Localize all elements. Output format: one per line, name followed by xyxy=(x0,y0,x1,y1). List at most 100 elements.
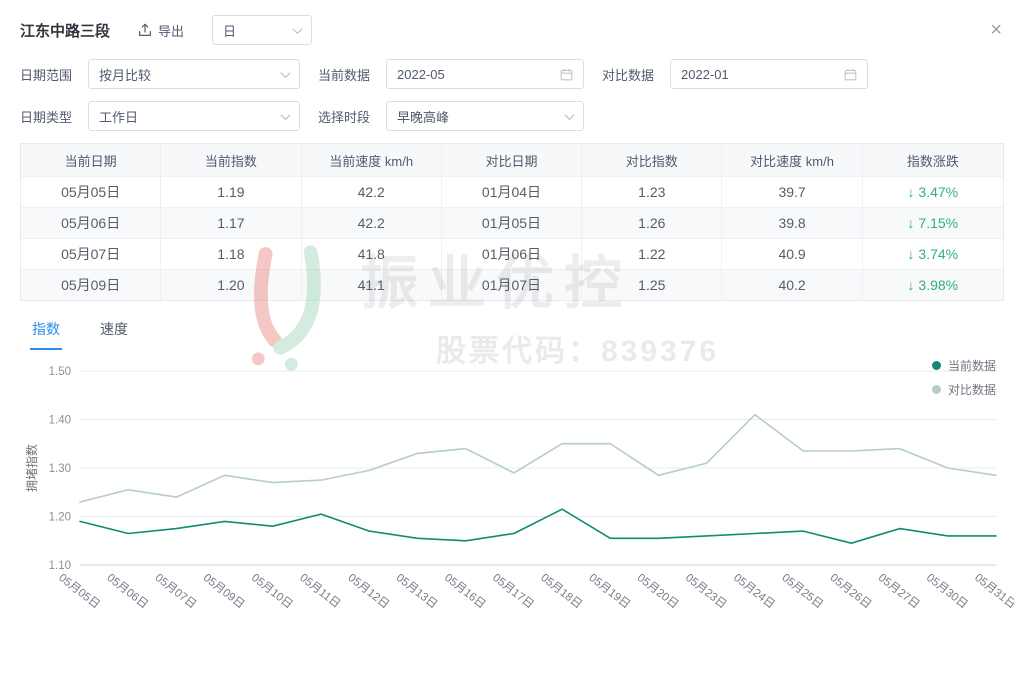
current-month-value: 2022-05 xyxy=(397,67,445,82)
table-row: 05月07日1.1841.801月06日1.2240.9↓ 3.74% xyxy=(21,238,1003,269)
chart-tabs: 指数 速度 xyxy=(30,315,1004,351)
svg-text:05月27日: 05月27日 xyxy=(876,572,922,611)
svg-text:05月17日: 05月17日 xyxy=(490,572,536,611)
index-line-chart: 1.101.201.301.401.5005月05日05月06日05月07日05… xyxy=(10,355,1014,641)
table-cell: 41.1 xyxy=(302,269,442,300)
column-header: 对比指数 xyxy=(582,144,722,176)
svg-text:05月07日: 05月07日 xyxy=(153,572,199,611)
close-icon[interactable]: × xyxy=(990,20,1002,40)
svg-text:05月06日: 05月06日 xyxy=(104,572,150,611)
date-range-value: 按月比较 xyxy=(99,65,151,84)
date-range-label: 日期范围 xyxy=(20,65,80,84)
table-cell: 1.23 xyxy=(582,176,722,207)
chevron-down-icon xyxy=(565,110,575,120)
svg-text:05月18日: 05月18日 xyxy=(538,572,584,611)
compare-data-label: 对比数据 xyxy=(602,65,662,84)
column-header: 当前速度 km/h xyxy=(302,144,442,176)
legend-dot xyxy=(932,385,941,394)
legend-dot xyxy=(932,361,941,370)
date-type-select[interactable]: 工作日 xyxy=(88,101,300,131)
export-icon xyxy=(138,23,152,37)
table-cell: 42.2 xyxy=(302,176,442,207)
comparison-table: 当前日期 当前指数 当前速度 km/h 对比日期 对比指数 对比速度 km/h … xyxy=(20,143,1004,301)
date-type-label: 日期类型 xyxy=(20,107,80,126)
table-cell: 1.18 xyxy=(161,238,301,269)
table-header-row: 当前日期 当前指数 当前速度 km/h 对比日期 对比指数 对比速度 km/h … xyxy=(21,144,1003,176)
chevron-down-icon xyxy=(281,68,291,78)
header: 江东中路三段 导出 日 × xyxy=(0,0,1024,53)
table-cell: 1.20 xyxy=(161,269,301,300)
svg-text:1.50: 1.50 xyxy=(49,366,71,378)
svg-text:05月25日: 05月25日 xyxy=(779,572,825,611)
svg-text:1.10: 1.10 xyxy=(49,560,71,572)
table-cell: 42.2 xyxy=(302,207,442,238)
table-cell: 1.22 xyxy=(582,238,722,269)
table-body: 05月05日1.1942.201月04日1.2339.7↓ 3.47%05月06… xyxy=(21,176,1003,300)
table-cell: 05月07日 xyxy=(21,238,161,269)
chevron-down-icon xyxy=(293,24,303,34)
svg-text:05月16日: 05月16日 xyxy=(442,572,488,611)
table-cell: 39.7 xyxy=(722,176,862,207)
table-cell: ↓ 7.15% xyxy=(863,207,1003,238)
tab-index[interactable]: 指数 xyxy=(30,315,62,350)
svg-text:05月26日: 05月26日 xyxy=(828,572,874,611)
column-header: 对比日期 xyxy=(442,144,582,176)
export-label: 导出 xyxy=(158,21,184,40)
granularity-select[interactable]: 日 xyxy=(212,15,312,45)
table-cell: 05月09日 xyxy=(21,269,161,300)
table-cell: 01月07日 xyxy=(442,269,582,300)
time-period-label: 选择时段 xyxy=(318,107,378,126)
svg-text:拥堵指数: 拥堵指数 xyxy=(24,444,39,492)
svg-text:05月31日: 05月31日 xyxy=(972,572,1014,611)
table-row: 05月09日1.2041.101月07日1.2540.2↓ 3.98% xyxy=(21,269,1003,300)
svg-text:05月05日: 05月05日 xyxy=(56,572,102,611)
svg-text:05月20日: 05月20日 xyxy=(635,572,681,611)
column-header: 对比速度 km/h xyxy=(722,144,862,176)
legend-item[interactable]: 对比数据 xyxy=(932,381,996,398)
svg-text:1.40: 1.40 xyxy=(49,415,71,427)
svg-text:05月23日: 05月23日 xyxy=(683,572,729,611)
calendar-icon xyxy=(560,68,573,81)
table-row: 05月05日1.1942.201月04日1.2339.7↓ 3.47% xyxy=(21,176,1003,207)
svg-text:05月19日: 05月19日 xyxy=(586,572,632,611)
granularity-value: 日 xyxy=(223,21,236,40)
table-cell: 05月06日 xyxy=(21,207,161,238)
filter-panel: 日期范围 按月比较 当前数据 2022-05 对比数据 2022-01 日期类型… xyxy=(20,59,1004,131)
tab-speed[interactable]: 速度 xyxy=(98,315,130,350)
table-cell: ↓ 3.74% xyxy=(863,238,1003,269)
table-cell: 1.17 xyxy=(161,207,301,238)
filter-row-2: 日期类型 工作日 选择时段 早晚高峰 xyxy=(20,101,1004,131)
table-cell: 41.8 xyxy=(302,238,442,269)
chart-legend: 当前数据对比数据 xyxy=(932,357,996,398)
table-row: 05月06日1.1742.201月05日1.2639.8↓ 7.15% xyxy=(21,207,1003,238)
legend-label: 对比数据 xyxy=(948,381,996,398)
svg-text:05月09日: 05月09日 xyxy=(201,572,247,611)
legend-label: 当前数据 xyxy=(948,357,996,374)
chevron-down-icon xyxy=(281,110,291,120)
table-cell: 01月06日 xyxy=(442,238,582,269)
svg-text:05月12日: 05月12日 xyxy=(345,572,391,611)
table-cell: 1.19 xyxy=(161,176,301,207)
page-title: 江东中路三段 xyxy=(20,20,110,41)
time-period-select[interactable]: 早晚高峰 xyxy=(386,101,584,131)
table-cell: ↓ 3.47% xyxy=(863,176,1003,207)
table-cell: 40.9 xyxy=(722,238,862,269)
current-data-label: 当前数据 xyxy=(318,65,378,84)
table-cell: 1.25 xyxy=(582,269,722,300)
time-period-value: 早晚高峰 xyxy=(397,107,449,126)
table-cell: 01月04日 xyxy=(442,176,582,207)
svg-text:05月11日: 05月11日 xyxy=(297,572,342,611)
chart-area: 当前数据对比数据 1.101.201.301.401.5005月05日05月06… xyxy=(10,355,1014,646)
table-cell: 39.8 xyxy=(722,207,862,238)
legend-item[interactable]: 当前数据 xyxy=(932,357,996,374)
export-button[interactable]: 导出 xyxy=(138,21,184,40)
svg-text:05月10日: 05月10日 xyxy=(249,572,295,611)
filter-row-1: 日期范围 按月比较 当前数据 2022-05 对比数据 2022-01 xyxy=(20,59,1004,89)
column-header: 当前日期 xyxy=(21,144,161,176)
table-cell: ↓ 3.98% xyxy=(863,269,1003,300)
svg-text:05月24日: 05月24日 xyxy=(731,572,777,611)
date-range-select[interactable]: 按月比较 xyxy=(88,59,300,89)
calendar-icon xyxy=(844,68,857,81)
compare-month-picker[interactable]: 2022-01 xyxy=(670,59,868,89)
current-month-picker[interactable]: 2022-05 xyxy=(386,59,584,89)
